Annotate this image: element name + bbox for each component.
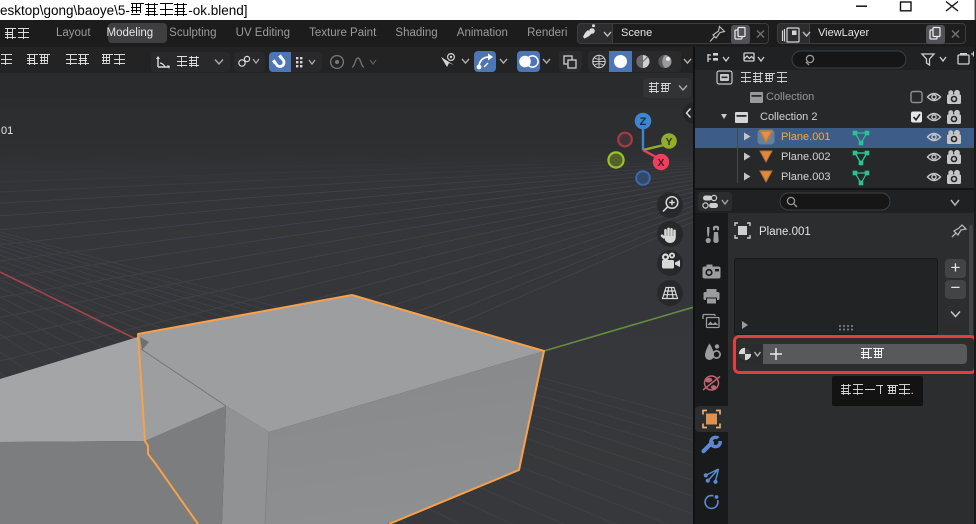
svg-text:Y: Y: [665, 136, 672, 148]
svg-text:Z: Z: [640, 116, 647, 128]
svg-text:X: X: [657, 157, 664, 169]
